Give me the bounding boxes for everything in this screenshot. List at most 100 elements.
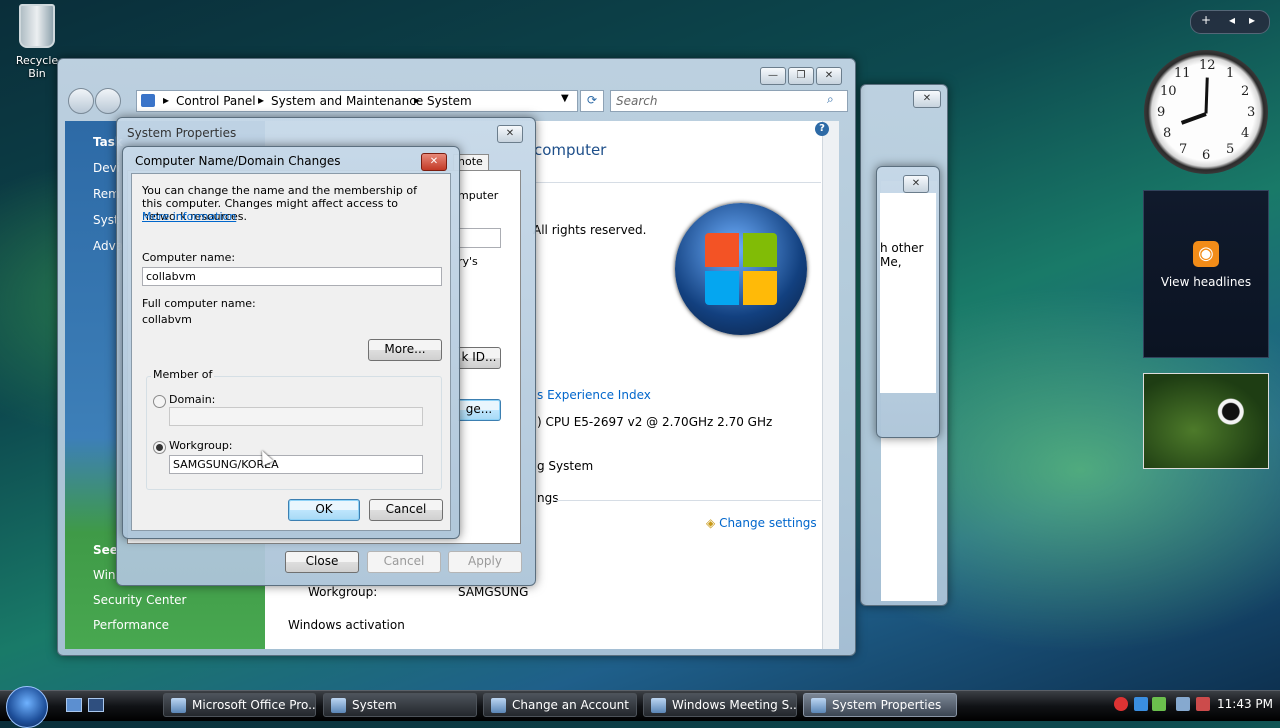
taskbar-item-system-properties[interactable]: System Properties: [803, 693, 957, 717]
clock-number: 10: [1160, 84, 1177, 99]
full-computer-name-label: Full computer name:: [142, 297, 256, 310]
shield-icon: ◈: [706, 516, 716, 530]
computer-name-input[interactable]: collabvm: [142, 267, 442, 286]
minute-hand-icon: [1204, 77, 1209, 114]
dropdown-icon[interactable]: ▼: [561, 93, 569, 104]
breadcrumb-separator-icon: ▸: [163, 93, 170, 107]
feed-headlines-gadget[interactable]: ◉ View headlines: [1143, 190, 1269, 358]
computer-name-dialog[interactable]: Computer Name/Domain Changes ✕ You can c…: [122, 146, 460, 539]
help-icon[interactable]: ?: [815, 122, 829, 136]
taskbar-item-system[interactable]: System: [323, 693, 477, 717]
apply-button[interactable]: Apply: [448, 551, 522, 573]
workgroup-radio[interactable]: [153, 441, 166, 454]
previous-icon[interactable]: ◂: [1229, 13, 1235, 27]
display-icon[interactable]: [1176, 697, 1190, 711]
users-icon: [491, 698, 506, 713]
close-icon[interactable]: ✕: [421, 153, 447, 171]
workgroup-label: Workgroup:: [308, 585, 378, 599]
start-button[interactable]: [6, 686, 48, 728]
workgroup-input[interactable]: SAMGSUNG/KOREA: [169, 455, 423, 474]
close-icon[interactable]: ✕: [913, 90, 941, 108]
show-desktop-icon[interactable]: [66, 698, 82, 712]
slideshow-gadget[interactable]: [1143, 373, 1269, 469]
clock-number: 5: [1226, 142, 1235, 157]
network-icon[interactable]: [1134, 697, 1148, 711]
breadcrumb-system[interactable]: System: [427, 94, 472, 108]
dialog-title: Computer Name/Domain Changes: [135, 154, 341, 168]
see-also-security-center[interactable]: Security Center: [93, 593, 186, 607]
clock-time[interactable]: 11:43 PM: [1217, 697, 1273, 711]
ok-button[interactable]: OK: [288, 499, 360, 521]
sidebar-controls[interactable]: + ◂ ▸: [1190, 10, 1270, 34]
workgroup-label: Workgroup:: [169, 439, 233, 452]
member-of-label: Member of: [151, 368, 215, 381]
control-panel-icon: [141, 94, 155, 107]
next-icon[interactable]: ▸: [1249, 13, 1255, 27]
domain-input[interactable]: [169, 407, 423, 426]
more-information-link[interactable]: More information: [142, 210, 236, 223]
domain-radio[interactable]: [153, 395, 166, 408]
close-icon[interactable]: ✕: [816, 67, 842, 85]
clock-number: 8: [1163, 126, 1172, 141]
cancel-button[interactable]: Cancel: [369, 499, 443, 521]
recycle-bin-icon: [19, 4, 55, 48]
taskbar-item-meeting-space[interactable]: Windows Meeting S...: [643, 693, 797, 717]
clock-number: 7: [1179, 142, 1188, 157]
clock-number: 2: [1241, 84, 1250, 99]
refresh-icon[interactable]: ⟳: [580, 90, 604, 112]
clock-number: 6: [1202, 148, 1211, 163]
full-computer-name-value: collabvm: [142, 313, 192, 326]
close-button[interactable]: Close: [285, 551, 359, 573]
search-icon[interactable]: ⌕: [827, 92, 834, 107]
dialog-body: You can change the name and the membersh…: [131, 173, 451, 531]
forward-icon[interactable]: [95, 88, 121, 114]
breadcrumb-separator-icon: ▸: [258, 93, 265, 107]
switch-windows-icon[interactable]: [88, 698, 104, 712]
taskbar-item-change-account[interactable]: Change an Account: [483, 693, 637, 717]
change-settings-link[interactable]: ◈ Change settings: [706, 516, 817, 530]
network-id-button[interactable]: k ID...: [458, 347, 501, 369]
page-heading: computer: [534, 141, 607, 159]
meeting-icon: [651, 698, 666, 713]
minimize-icon[interactable]: —: [760, 67, 786, 85]
volume-muted-icon[interactable]: [1196, 697, 1210, 711]
maximize-icon[interactable]: ❐: [788, 67, 814, 85]
clock-number: 3: [1247, 105, 1256, 120]
taskbar-item-office[interactable]: Microsoft Office Pro...: [163, 693, 316, 717]
task-link[interactable]: Syst: [93, 213, 119, 227]
activation-heading: Windows activation: [288, 618, 405, 632]
security-alert-icon[interactable]: [1114, 697, 1128, 711]
clock-number: 12: [1199, 58, 1216, 73]
domain-label: Domain:: [169, 393, 216, 406]
behind-text: Me,: [880, 255, 902, 269]
search-placeholder: Search: [616, 94, 658, 108]
back-icon[interactable]: [68, 88, 94, 114]
breadcrumb-system-and-maintenance[interactable]: System and Maintenance: [271, 94, 423, 108]
cancel-button[interactable]: Cancel: [367, 551, 441, 573]
clock-number: 1: [1226, 66, 1235, 81]
close-icon[interactable]: ✕: [903, 175, 929, 193]
breadcrumb-control-panel[interactable]: Control Panel: [176, 94, 256, 108]
office-icon: [171, 698, 186, 713]
behind-text: h other: [880, 241, 924, 255]
change-button[interactable]: ge...: [458, 399, 501, 421]
section-heading: ngs: [537, 491, 559, 505]
background-window-2[interactable]: ✕ h other Me,: [876, 166, 940, 438]
sync-icon[interactable]: [1152, 697, 1166, 711]
search-box[interactable]: Search ⌕: [610, 90, 848, 112]
more-button[interactable]: More...: [368, 339, 442, 361]
see-also-performance[interactable]: Performance: [93, 618, 169, 632]
scrollbar[interactable]: [822, 121, 839, 649]
description-text: mputer: [458, 189, 499, 202]
clock-gadget[interactable]: 12 1 2 3 4 5 6 7 8 9 10 11: [1144, 50, 1268, 174]
breadcrumb-separator-icon: ▸: [414, 93, 421, 107]
close-icon[interactable]: ✕: [497, 125, 523, 143]
system-type-text: g System: [537, 459, 594, 473]
address-bar[interactable]: ▸ Control Panel ▸ System and Maintenance…: [136, 90, 578, 112]
description-field[interactable]: [458, 228, 501, 248]
clock-number: 9: [1157, 105, 1166, 120]
see-also-heading: See: [93, 543, 118, 557]
see-also-link[interactable]: Win: [93, 568, 116, 582]
add-gadget-icon[interactable]: +: [1201, 13, 1211, 27]
experience-index-link[interactable]: s Experience Index: [537, 388, 651, 402]
